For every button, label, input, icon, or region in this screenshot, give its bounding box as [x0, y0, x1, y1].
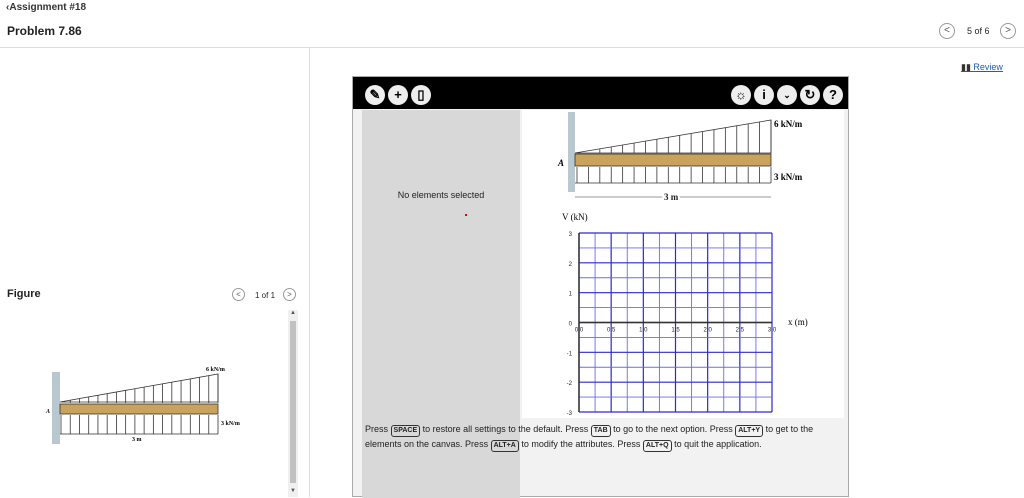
review-label[interactable]: Review — [973, 62, 1003, 72]
trash-icon[interactable]: ▯ — [411, 85, 431, 105]
prev-figure-button[interactable]: < — [232, 288, 245, 301]
header-divider — [0, 47, 1024, 48]
load-bottom-label: 3 kN/m — [221, 421, 240, 427]
x-tick-label: 2.0 — [703, 328, 712, 334]
figure-title: Figure — [7, 288, 41, 300]
chevron-down-icon[interactable]: ⌄ — [777, 85, 797, 105]
wall — [52, 372, 60, 444]
load-triangle — [59, 373, 219, 403]
reset-icon[interactable]: ↻ — [800, 85, 820, 105]
y-tick-label: 1 — [569, 292, 573, 298]
review-link[interactable]: ▮▮ Review — [961, 62, 1003, 73]
wall — [568, 112, 575, 192]
y-tick-label: 3 — [569, 232, 573, 238]
panel-divider — [309, 48, 310, 497]
page-title: Problem 7.86 — [7, 24, 82, 38]
y-tick-label: -3 — [567, 411, 573, 417]
y-tick-label: 2 — [569, 262, 573, 268]
keyboard-help: Press SPACE to restore all settings to t… — [365, 422, 835, 452]
figure-thumbnail: 6 kN/m 3 kN/m 3 m A — [45, 367, 240, 444]
length-label: 3 m — [664, 192, 679, 202]
load-top-label: 6 kN/m — [774, 119, 803, 129]
toolbar: ✎ + ▯ ☼ i ⌄ ↻ ? — [353, 77, 848, 109]
support-label: A — [557, 158, 564, 168]
shear-grid[interactable]: 3 2 1 0 -1 -2 -3 0.0 0.5 1.0 1.5 2.0 2.5 3.0 — [567, 232, 777, 417]
help-icon[interactable]: ? — [823, 85, 843, 105]
plus-icon[interactable]: + — [388, 85, 408, 105]
x-tick-label: 3.0 — [768, 328, 777, 334]
beam — [574, 153, 772, 167]
support-label: A — [45, 409, 50, 415]
next-problem-button[interactable]: > — [1000, 23, 1016, 39]
key-alt-q: ALT+Q — [642, 440, 672, 452]
problem-pager: 5 of 6 — [967, 26, 990, 36]
y-axis-label: V (kN) — [562, 212, 588, 222]
key-space: SPACE — [390, 425, 421, 437]
y-tick-label: -1 — [567, 351, 573, 357]
drawing-canvas[interactable]: 6 kN/m 3 kN/m 3 m A V (kN) x (m) 3 2 1 0 -1 -… — [522, 110, 844, 418]
x-tick-label: 1.0 — [639, 328, 648, 334]
y-tick-label: 0 — [569, 322, 573, 328]
x-tick-label: 0.0 — [575, 328, 584, 334]
beam — [59, 403, 219, 415]
load-triangle — [574, 119, 772, 154]
selection-status: No elements selected — [397, 190, 485, 200]
key-alt-a: ALT+A — [490, 440, 519, 452]
length-label: 3 m — [132, 437, 142, 443]
next-figure-button[interactable]: > — [283, 288, 296, 301]
load-arrows — [576, 120, 772, 183]
marker-dot — [465, 214, 467, 216]
load-top-label: 6 kN/m — [206, 367, 225, 373]
book-icon: ▮▮ — [961, 62, 971, 72]
x-axis-label: x (m) — [788, 317, 808, 327]
prev-problem-button[interactable]: < — [939, 23, 955, 39]
key-alt-y: ALT+Y — [735, 425, 764, 437]
back-label[interactable]: Assignment #18 — [9, 2, 86, 13]
scrollbar-thumb[interactable] — [290, 321, 296, 483]
hint-icon[interactable]: ☼ — [731, 85, 751, 105]
load-bottom-label: 3 kN/m — [774, 172, 803, 182]
figure-pager: 1 of 1 — [255, 291, 276, 300]
x-tick-label: 1.5 — [671, 328, 680, 334]
info-icon[interactable]: i — [754, 85, 774, 105]
key-tab: TAB — [590, 425, 611, 437]
x-tick-label: 0.5 — [607, 328, 616, 334]
back-to-assignment-link[interactable]: ‹Assignment #18 — [6, 2, 86, 13]
y-tick-label: -2 — [567, 381, 573, 387]
x-tick-label: 2.5 — [736, 328, 745, 334]
pencil-icon[interactable]: ✎ — [365, 85, 385, 105]
sketch-tool: ✎ + ▯ ☼ i ⌄ ↻ ? No elements selected 6 k… — [352, 76, 849, 498]
